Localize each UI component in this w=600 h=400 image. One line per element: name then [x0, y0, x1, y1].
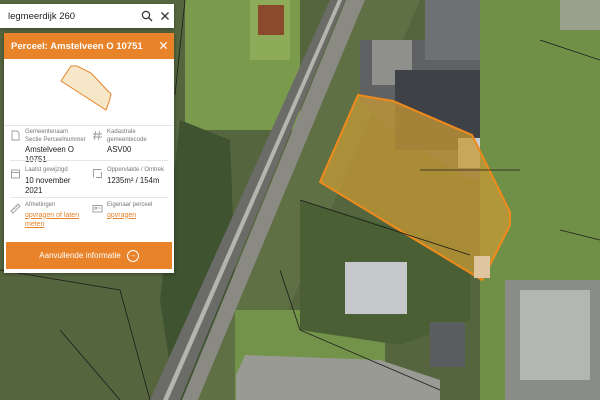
search-bar [0, 4, 174, 28]
field-dimensions: Afmetingen opvragen of laten meten [10, 202, 86, 229]
pipe-stacks [520, 290, 590, 380]
search-icon [141, 10, 153, 22]
field-label: Afmetingen [25, 202, 56, 208]
field-value: 1235m² / 154m [107, 175, 160, 185]
field-value: 10 november 2021 [25, 175, 71, 195]
calendar-icon [11, 169, 20, 179]
field-label: Gemeentenaam Sectie Perceelnummer [25, 129, 86, 143]
more-info-button[interactable]: Aanvullende informatie → [6, 242, 172, 269]
panel-title: Perceel: Amstelveen O 10751 [11, 40, 143, 52]
hash-icon [93, 130, 102, 141]
house-roof [345, 262, 407, 314]
parcel-thumbnail [4, 59, 174, 126]
id-card-icon [92, 205, 103, 213]
divider [10, 160, 168, 161]
panel-header: Perceel: Amstelveen O 10751 [4, 33, 174, 59]
field-label: Laatst gewijzigd [25, 167, 68, 173]
close-panel-button[interactable] [159, 40, 168, 52]
search-button[interactable] [138, 5, 156, 27]
ruler-icon [10, 203, 21, 214]
divider [10, 197, 168, 198]
more-info-label: Aanvullende informatie [39, 251, 121, 260]
parcel-corner-shed [474, 256, 490, 278]
parcel-shape-icon [60, 65, 112, 111]
field-last-modified: Laatst gewijzigd 10 november 2021 [10, 167, 86, 196]
field-value: Amstelveen O 10751 [25, 145, 74, 164]
request-owner-link[interactable]: opvragen [107, 211, 152, 220]
area-icon [93, 169, 102, 178]
info-row-1: Gemeentenaam Sectie Perceelnummer Amstel… [4, 129, 174, 164]
roof-c [425, 0, 485, 60]
parcel-info-panel: Perceel: Amstelveen O 10751 Gemeentenaam… [4, 33, 174, 273]
building-east [560, 0, 600, 30]
document-icon [11, 130, 20, 141]
search-input[interactable] [0, 5, 138, 27]
shed-roof [430, 322, 465, 367]
field-owner: Eigenaar perceel opvragen [92, 202, 168, 220]
field-area-perimeter: Oppervlakte / Omtrek 1235m² / 154m [92, 167, 168, 186]
field-label: Eigenaar perceel [107, 202, 153, 208]
close-icon [161, 12, 169, 20]
field-label: Oppervlakte / Omtrek [107, 167, 165, 173]
close-icon [159, 41, 168, 50]
field-label: Kadastrale gemeentecode [107, 129, 147, 143]
small-house-roof [258, 5, 284, 35]
info-row-2: Laatst gewijzigd 10 november 2021 Opperv… [4, 167, 174, 201]
request-dimensions-link[interactable]: opvragen of laten meten [25, 211, 86, 229]
clear-search-button[interactable] [156, 5, 174, 27]
field-municipality-code: Kadastrale gemeentecode ASV00 [92, 129, 168, 155]
field-value: ASV00 [107, 145, 132, 154]
info-row-3: Afmetingen opvragen of laten meten Eigen… [4, 202, 174, 236]
arrow-right-icon: → [126, 249, 139, 262]
